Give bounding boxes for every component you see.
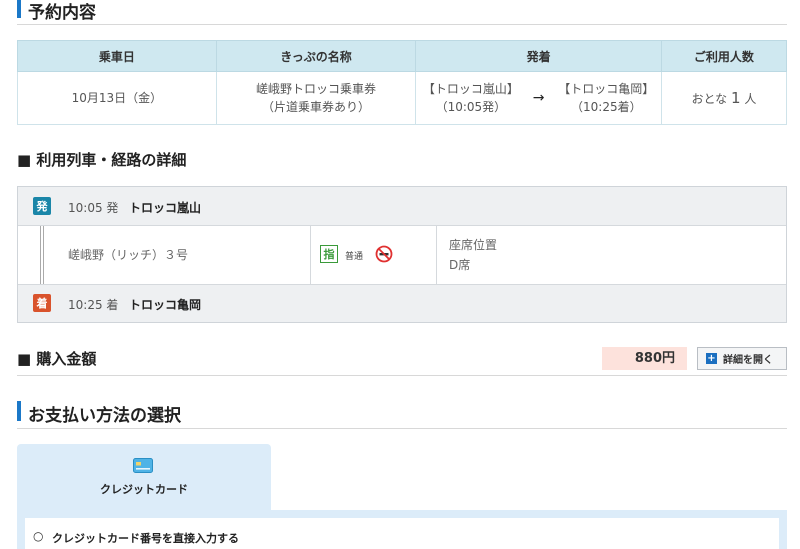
train-divider-1: [310, 226, 311, 284]
seat-position-value: D席: [449, 258, 471, 272]
payment-accent-bar: [17, 401, 21, 421]
table-row: 10月13日（金） 嵯峨野トロッコ乗車券 （片道乗車券あり） 【トロッコ嵐山】 …: [17, 71, 788, 125]
payment-option-row[interactable]: ○ クレジットカード番号を直接入力する: [25, 518, 779, 549]
credit-card-icon: [133, 458, 153, 473]
arrival-block: 【トロッコ亀岡】 （10:25着）: [558, 80, 654, 116]
no-smoking-icon: [375, 245, 393, 263]
reservation-divider: [17, 24, 787, 25]
purchase-title: ■ 購入金額: [17, 350, 97, 368]
car-class: 普通: [345, 252, 364, 262]
payment-title: お支払い方法の選択: [28, 406, 181, 426]
to-time: （10:25着）: [571, 100, 642, 114]
tab-credit-card-label: クレジットカード: [100, 483, 188, 496]
arrival-time: 10:25 着: [68, 298, 119, 312]
departure-badge: 発: [33, 197, 51, 215]
route-cell: 【トロッコ嵐山】 （10:05発） → 【トロッコ亀岡】 （10:25着）: [415, 71, 662, 125]
purchase-amount: 880円: [602, 347, 687, 370]
route-title: ■ 利用列車・経路の詳細: [17, 151, 187, 169]
train-divider-2: [436, 226, 437, 284]
open-details-label: 詳細を開く: [723, 355, 773, 366]
col-header-date: 乗車日: [17, 40, 217, 72]
to-station: 【トロッコ亀岡】: [558, 82, 655, 96]
arrival-station: トロッコ亀岡: [129, 298, 202, 312]
arrival-badge: 着: [33, 294, 51, 312]
from-time: （10:05発）: [435, 100, 507, 114]
people-suffix: 人: [744, 91, 757, 106]
section-accent-bar: [17, 0, 21, 18]
people-count: 1: [730, 88, 741, 107]
purchase-divider: [17, 375, 787, 376]
payment-divider: [17, 428, 787, 429]
ticket-name: 嵯峨野トロッコ乗車券: [256, 82, 377, 96]
radio-button[interactable]: ○: [33, 529, 43, 543]
col-header-route: 発着: [415, 40, 662, 72]
people-cell: おとな 1 人: [660, 71, 788, 125]
col-header-ticket: きっぷの名称: [215, 40, 417, 72]
plus-icon: +: [706, 352, 717, 364]
train-name: 嵯峨野（リッチ）３号: [68, 248, 189, 262]
ticket-subtitle: （片道乗車券あり）: [262, 100, 371, 114]
reservation-title: 予約内容: [28, 3, 96, 23]
open-details-button[interactable]: + 詳細を開く: [697, 347, 787, 370]
departure-station: トロッコ嵐山: [129, 201, 202, 215]
arrow-right-icon: →: [532, 90, 545, 106]
travel-date: 10月13日（金）: [17, 71, 217, 125]
departure-row: 発 10:05 発 トロッコ嵐山: [18, 187, 786, 226]
seat-position-label: 座席位置: [449, 238, 498, 252]
reservation-table: 乗車日 きっぷの名称 発着 ご利用人数 10月13日（金） 嵯峨野トロッコ乗車券…: [17, 40, 788, 125]
direct-input-option-label: クレジットカード番号を直接入力する: [52, 532, 239, 545]
people-prefix: おとな: [691, 91, 728, 106]
reserved-seat-badge: 指: [320, 245, 338, 263]
arrival-row: 着 10:25 着 トロッコ亀岡: [18, 284, 786, 322]
route-details-box: 発 10:05 発 トロッコ嵐山 嵯峨野（リッチ）３号 指 普通 座席位置 D席…: [17, 186, 787, 323]
departure-block: 【トロッコ嵐山】 （10:05発）: [423, 80, 519, 116]
from-station: 【トロッコ嵐山】: [422, 82, 519, 96]
route-line: [40, 226, 44, 284]
tab-credit-card[interactable]: クレジットカード: [17, 444, 271, 510]
departure-time: 10:05 発: [68, 201, 119, 215]
col-header-people: ご利用人数: [660, 40, 788, 72]
train-row: 嵯峨野（リッチ）３号 指 普通 座席位置 D席: [18, 226, 786, 284]
payment-panel: ○ クレジットカード番号を直接入力する: [17, 510, 787, 549]
ticket-name-cell: 嵯峨野トロッコ乗車券 （片道乗車券あり）: [215, 71, 417, 125]
